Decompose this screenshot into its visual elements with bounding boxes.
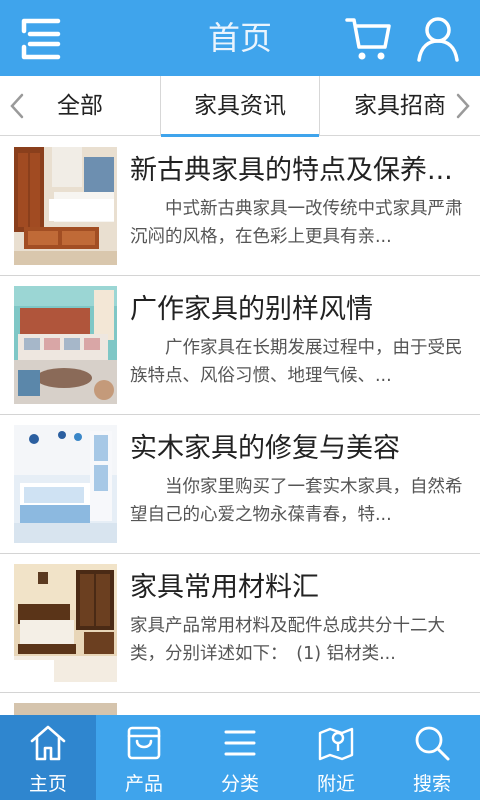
partial-item-photo: [14, 703, 117, 715]
bedroom-wood-furniture-photo: [14, 147, 117, 265]
nav-label: 分类: [220, 773, 259, 795]
article-title: 广作家具的别样风情: [130, 294, 373, 325]
article-summary: 当你家里购买了一套实木家具，自然希望自己的心爱之物永葆青春，特...: [130, 477, 463, 525]
nav-label: 主页: [28, 773, 67, 795]
nav-label: 搜索: [412, 773, 451, 795]
bottom-nav: 主页 产品 分类 附近 搜索: [0, 715, 480, 800]
chevron-right-icon[interactable]: [454, 92, 472, 120]
search-icon: [412, 723, 452, 763]
page-title: 首页: [207, 19, 272, 57]
article-title: 新古典家具的特点及保养...: [130, 155, 453, 186]
app-root: 首页 全部 家具资讯 家具招商 新古典家具的特点及保养... 中式新古典家具一改…: [0, 0, 480, 800]
user-icon[interactable]: [414, 14, 462, 62]
list-item[interactable]: 实木家具的修复与美容 当你家里购买了一套实木家具，自然希望自己的心爱之物永葆青春…: [0, 415, 480, 554]
list-icon: [220, 723, 260, 763]
nav-categories[interactable]: 分类: [192, 715, 288, 800]
list-item[interactable]: 新古典家具的特点及保养... 中式新古典家具一改传统中式家具严肃沉闷的风格，在色…: [0, 137, 480, 276]
classic-bedroom-photo: [14, 564, 117, 682]
nav-label: 产品: [124, 773, 163, 795]
article-list: 新古典家具的特点及保养... 中式新古典家具一改传统中式家具严肃沉闷的风格，在色…: [0, 137, 480, 715]
category-tabs: 全部 家具资讯 家具招商: [0, 76, 480, 137]
article-summary: 家具产品常用材料及配件总成共分十二大类，分别详述如下： (1) 铝材类...: [130, 616, 445, 664]
home-icon: [28, 723, 68, 763]
nav-home[interactable]: 主页: [0, 715, 96, 800]
top-bar: 首页: [0, 0, 480, 76]
list-item[interactable]: 家具常用材料汇 家具产品常用材料及配件总成共分十二大类，分别详述如下： (1) …: [0, 554, 480, 693]
article-summary: 广作家具在长期发展过程中，由于受民族特点、风俗习惯、地理气候、...: [130, 338, 463, 386]
cart-icon[interactable]: [344, 14, 392, 62]
list-item[interactable]: [0, 693, 480, 715]
nav-nearby[interactable]: 附近: [288, 715, 384, 800]
nav-products[interactable]: 产品: [96, 715, 192, 800]
bag-icon: [124, 723, 164, 763]
map-icon: [316, 723, 356, 763]
tab-all[interactable]: 全部: [0, 76, 160, 136]
nav-label: 附近: [316, 773, 355, 795]
article-title: 家具常用材料汇: [130, 572, 319, 603]
living-room-sofa-photo: [14, 286, 117, 404]
article-title: 实木家具的修复与美容: [130, 433, 400, 464]
nav-search[interactable]: 搜索: [384, 715, 480, 800]
blue-kids-bedroom-photo: [14, 425, 117, 543]
list-item[interactable]: 广作家具的别样风情 广作家具在长期发展过程中，由于受民族特点、风俗习惯、地理气候…: [0, 276, 480, 415]
tab-furniture-news[interactable]: 家具资讯: [160, 76, 320, 137]
article-summary: 中式新古典家具一改传统中式家具严肃沉闷的风格，在色彩上更具有亲...: [130, 199, 463, 247]
